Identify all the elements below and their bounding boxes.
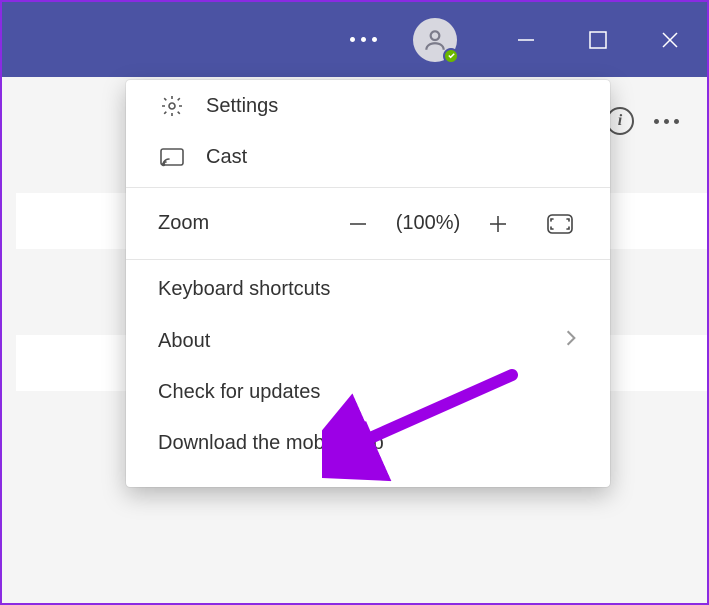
zoom-label: Zoom <box>158 212 209 235</box>
download-app-label: Download the mobile app <box>158 432 384 455</box>
check-updates-label: Check for updates <box>158 381 320 404</box>
info-icon[interactable]: i <box>606 107 634 135</box>
settings-label: Settings <box>206 95 278 118</box>
check-updates-menuitem[interactable]: Check for updates <box>126 367 610 418</box>
cast-icon <box>158 148 186 168</box>
zoom-out-button[interactable] <box>336 213 380 235</box>
more-actions-icon[interactable] <box>654 119 679 124</box>
menu-divider <box>126 187 610 188</box>
maximize-button[interactable] <box>571 13 625 67</box>
chevron-right-icon <box>564 329 578 353</box>
zoom-in-button[interactable] <box>476 213 520 235</box>
title-bar <box>2 2 707 77</box>
zoom-value: (100%) <box>386 212 470 235</box>
close-button[interactable] <box>643 13 697 67</box>
profile-avatar[interactable] <box>413 18 457 62</box>
fullscreen-button[interactable] <box>538 214 582 234</box>
settings-menuitem[interactable]: Settings <box>126 80 610 132</box>
cast-label: Cast <box>206 146 247 169</box>
more-options-icon[interactable] <box>350 37 377 42</box>
zoom-row: Zoom (100%) <box>126 192 610 255</box>
presence-available-icon <box>443 48 459 64</box>
settings-menu: Settings Cast Zoom (100%) <box>126 80 610 487</box>
download-mobile-app-menuitem[interactable]: Download the mobile app <box>126 418 610 469</box>
about-label: About <box>158 330 210 353</box>
keyboard-shortcuts-label: Keyboard shortcuts <box>158 278 330 301</box>
keyboard-shortcuts-menuitem[interactable]: Keyboard shortcuts <box>126 264 610 315</box>
gear-icon <box>158 94 186 118</box>
menu-divider <box>126 259 610 260</box>
about-menuitem[interactable]: About <box>126 315 610 367</box>
cast-menuitem[interactable]: Cast <box>126 132 610 183</box>
minimize-button[interactable] <box>499 13 553 67</box>
